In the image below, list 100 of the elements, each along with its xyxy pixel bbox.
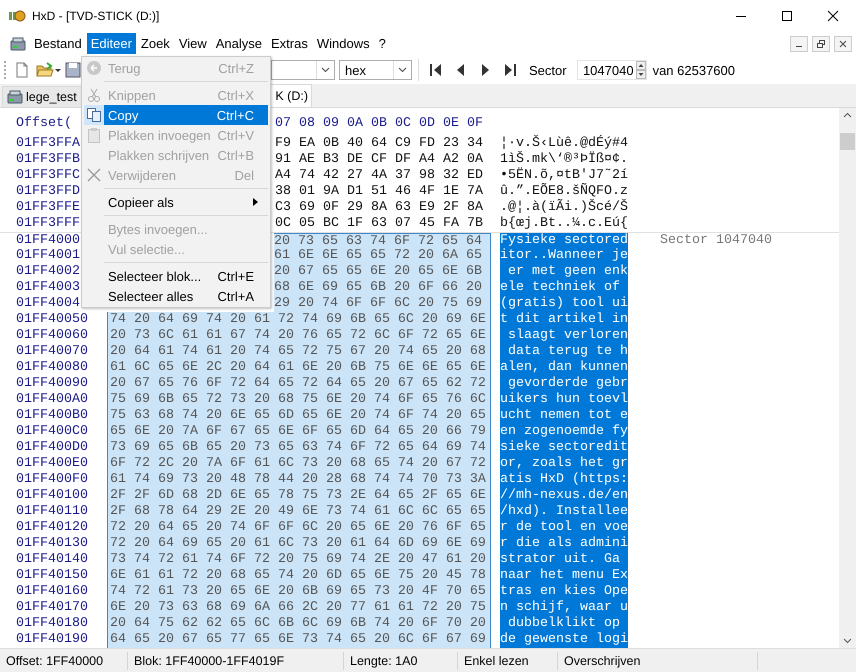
hex-bytes: 68 6E 69 65 6B 20 6F 66 20 [274, 280, 491, 296]
block-status: Blok: 1FF40000-1FF4019F [128, 652, 344, 670]
decoded-text: strator uit. Ga [500, 552, 628, 568]
hex-bytes: 64 65 20 67 65 77 65 6E 73 74 65 20 6C 6F 67 69 [107, 632, 491, 648]
hex-bytes: 74 20 64 69 74 20 61 72 74 69 6B 65 6C 20 69 6E [107, 312, 491, 328]
decoded-text: ele techniek of [500, 280, 628, 296]
offset-cell: 01FF4003 [16, 280, 80, 296]
shortcut-text: Ctrl+Z [218, 60, 255, 76]
hex-bytes: 20 64 61 74 61 20 74 65 72 75 67 20 74 65 20 68 [107, 344, 491, 360]
hex-bytes: 75 63 68 74 20 6E 65 6D 65 6E 20 74 6F 74 20 65 [107, 408, 491, 424]
window-title: HxD - [TVD-STICK (D:)] [32, 8, 160, 22]
shortcut-text: Ctrl+C [216, 108, 255, 122]
hex-bytes: 20 64 75 62 62 65 6C 6B 6C 69 6B 74 20 6F 70 20 [107, 616, 491, 632]
hex-bytes: 65 6E 20 7A 6F 67 65 6E 6F 65 6D 64 65 20 66 79 [107, 424, 491, 440]
offset-cell: 01FF40130 [16, 536, 88, 552]
decoded-text: //mh-nexus.de/en [500, 488, 628, 504]
hex-bytes: 2F 2F 6D 68 2D 6E 65 78 75 73 2E 64 65 2F 65 6E [107, 488, 491, 504]
decoded-text: ucht nemen tot e [500, 408, 628, 424]
decoded-text: n schijf, waar u [500, 600, 628, 616]
offset-cell: 01FF3FFB [16, 152, 80, 168]
offset-cell: 01FF4001 [16, 248, 80, 264]
decoded-text: uikers hun toevl [500, 392, 628, 408]
decoded-text: (gratis) tool ui [500, 296, 628, 312]
shortcut-text: Ctrl+V [218, 128, 255, 142]
offset-cell: 01FF3FFE [16, 200, 80, 216]
decoded-text: û.”.EÕE8.šÑQFO.z [500, 184, 628, 199]
offset-cell: 01FF3FFF [16, 216, 80, 232]
hex-bytes: 29 20 74 6F 6F 6C 20 75 69 [274, 296, 491, 312]
decoded-text: 1ìŠ.mk\‘®³ÞÏß¤¢. [500, 152, 628, 167]
hex-bytes: F9 EA 0B 40 64 C9 FD 23 34 [275, 136, 484, 152]
offset-cell: 01FF40070 [16, 344, 88, 360]
offset-cell: 01FF3FFC [16, 168, 80, 184]
hex-bytes: 20 67 65 65 6E 20 65 6E 6B [274, 264, 491, 280]
decoded-text: gevorderde gebr [500, 376, 628, 392]
hex-bytes: 72 20 64 65 20 74 6F 6F 6C 20 65 6E 20 76 6F 65 [107, 520, 491, 536]
hex-bytes: 0C 05 BC 1F 63 07 45 FA 7B [275, 216, 484, 232]
decoded-text: atis HxD (https: [500, 472, 628, 488]
offset-cell: 01FF40140 [16, 552, 88, 568]
offset-cell: 01FF4002 [16, 264, 80, 280]
decoded-text: dubbelklikt op [500, 616, 628, 632]
hex-bytes: 61 74 69 73 20 48 78 44 20 28 68 74 74 70 73 3A [107, 472, 491, 488]
hex-bytes: 2F 68 78 64 29 2E 20 49 6E 73 74 61 6C 6C 65 65 [107, 504, 491, 520]
decoded-text: en zogenoemde fy [500, 424, 628, 440]
hex-bytes: 6E 20 73 63 68 69 6A 66 2C 20 77 61 61 72 20 75 [107, 600, 491, 616]
shortcut-text: Ctrl+E [218, 268, 255, 284]
shortcut-text: Del [234, 168, 255, 182]
mode-status: Enkel lezen [458, 652, 558, 670]
hex-bytes: 38 01 9A D1 51 46 4F 1E 7A [275, 184, 484, 200]
hex-bytes: C3 69 0F 29 8A 63 E9 2F 8A [275, 200, 484, 216]
sector-label: Sector [529, 62, 567, 78]
hex-bytes: 20 73 65 63 74 6F 72 65 64 [274, 233, 491, 250]
offset-cell-text: 01FF4000 [16, 233, 80, 249]
offset-cell: 01FF40190 [16, 632, 88, 648]
hex-bytes: 73 74 72 61 74 6F 72 20 75 69 74 2E 20 47 61 20 [107, 552, 491, 568]
offset-status: Offset: 1FF40000 [0, 652, 128, 670]
offset-cell: 01FF40160 [16, 584, 88, 600]
hex-bytes: 75 69 6B 65 72 73 20 68 75 6E 20 74 6F 65 76 6C [107, 392, 491, 408]
decoded-text: itor..Wanneer je [500, 248, 628, 264]
hex-bytes: 73 69 65 6B 65 20 73 65 63 74 6F 72 65 64 69 74 [107, 440, 491, 456]
hex-bytes: 20 67 65 76 6F 72 64 65 72 64 65 20 67 65 62 72 [107, 376, 491, 392]
decoded-text: •5ËN.õ,¤tB'J7˜2í [500, 168, 628, 183]
offset-cell: 01FF40150 [16, 568, 88, 584]
offset-cell: 01FF3FFA [16, 136, 80, 152]
offset-cell: 01FF40050 [16, 312, 88, 328]
offset-cell: 01FF4004 [16, 296, 80, 312]
hex-bytes: 61 6C 65 6E 2C 20 64 61 6E 20 6B 75 6E 6E 65 6E [107, 360, 491, 376]
decoded-text: sieke sectoredit [500, 440, 628, 456]
decoded-text: ¦·v.Š‹Lùê.@dÉý#4 [500, 136, 628, 151]
offset-cell: 01FF40060 [16, 328, 88, 344]
mode-status: Overschrijven [558, 652, 758, 670]
hex-bytes: A4 74 42 27 4A 37 98 32 ED [275, 168, 484, 184]
offset-cell: 01FF40110 [16, 504, 88, 520]
offset-cell: 01FF400D0 [16, 440, 88, 456]
offset-cell: 01FF3FFD [16, 184, 80, 200]
hex-bytes: 20 73 6C 61 61 67 74 20 76 65 72 6C 6F 72 65 6E [107, 328, 491, 344]
shortcut-text: Ctrl+A [218, 288, 255, 304]
decoded-text: b{œj.Bt..¼.c.Eú{ [500, 216, 628, 232]
decoded-text: or, zoals het gr [500, 456, 628, 472]
offset-cell: 01FF40100 [16, 488, 88, 504]
offset-cell: 01FF40180 [16, 616, 88, 632]
sector-marker: Sector 1047040 [660, 233, 772, 250]
decoded-text: de gewenste logi [500, 632, 628, 648]
decoded-text: .@¦.à(ïÃi.)Šcé/Š [500, 200, 628, 216]
offset-cell: 01FF400F0 [16, 472, 88, 488]
offset-cell: 01FF400E0 [16, 456, 88, 472]
hex-bytes: 6E 61 61 72 20 68 65 74 20 6D 65 6E 75 20 45 78 [107, 568, 491, 584]
offset-cell: 01FF40170 [16, 600, 88, 616]
offset-cell: 01FF400C0 [16, 424, 88, 440]
offset-cell: 01FF40090 [16, 376, 88, 392]
offset-cell: 01FF40080 [16, 360, 88, 376]
hex-bytes: 91 AE B3 DE CF DF A4 A2 0A [275, 152, 484, 168]
hex-bytes: 6F 72 2C 20 7A 6F 61 6C 73 20 68 65 74 20 67 72 [107, 456, 491, 472]
decoded-text: alen, dan kunnen [500, 360, 628, 376]
column-header: 07 08 09 0A 0B 0C 0D 0E 0F [275, 116, 484, 132]
length-status: Lengte: 1A0 [344, 652, 458, 670]
decoded-text: er met geen enk [500, 264, 628, 280]
sector-total: van 62537600 [652, 62, 735, 78]
decoded-text: tras en kies Ope [500, 584, 628, 600]
hex-bytes: 74 72 61 73 20 65 6E 20 6B 69 65 73 20 4F 70 65 [107, 584, 491, 600]
decoded-text: r die als admini [500, 536, 628, 552]
